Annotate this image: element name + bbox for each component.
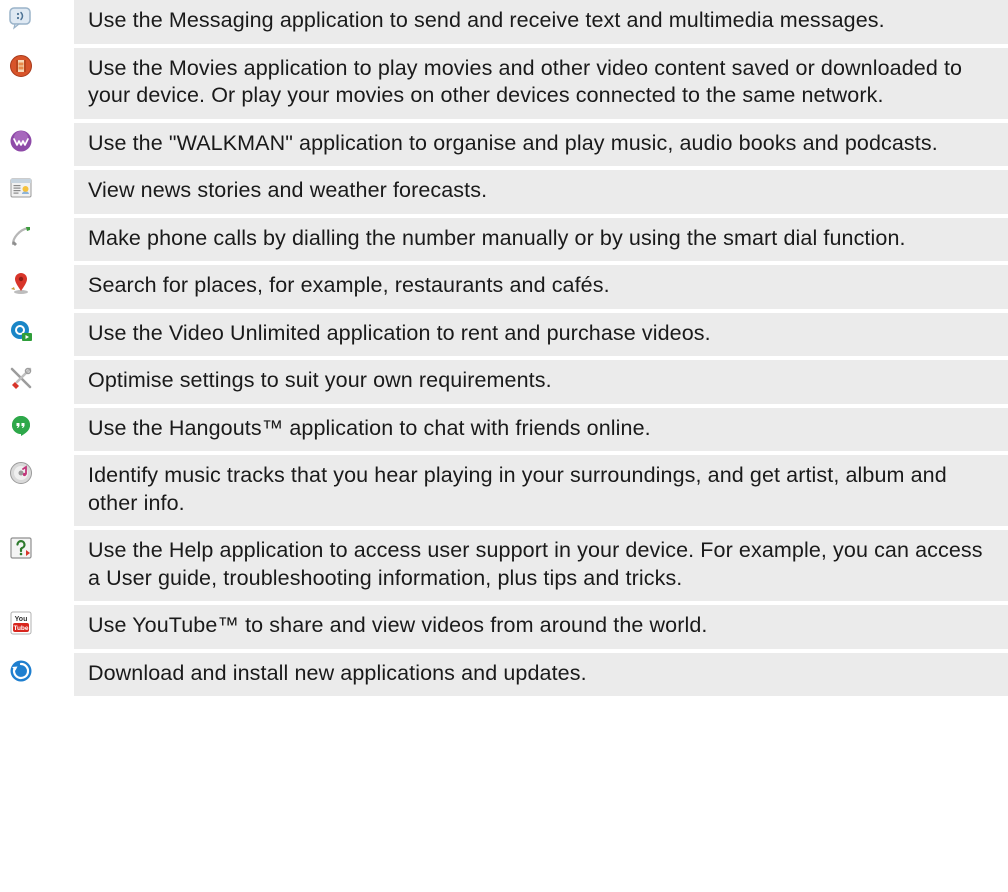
list-item: Use the "WALKMAN" application to organis… [0, 122, 1008, 166]
local-places-icon [11, 273, 28, 294]
list-item-description: Use YouTube™ to share and view videos fr… [74, 605, 1008, 649]
list-item-description: Use the Messaging application to send an… [74, 0, 1008, 44]
settings-icon [10, 367, 32, 389]
list-item-description: Use the Movies application to play movie… [74, 47, 1008, 119]
hangouts-icon [12, 415, 30, 436]
video-unlimited-icon [11, 320, 32, 341]
messaging-icon [9, 7, 31, 30]
list-item: Use the Movies application to play movie… [0, 47, 1008, 119]
list-item: Identify music tracks that you hear play… [0, 455, 1008, 526]
list-item-description: Use the Help application to access user … [74, 530, 1008, 601]
movies-icon [10, 54, 32, 77]
phone-icon [11, 226, 30, 246]
help-icon [10, 537, 32, 559]
walkman-icon [10, 130, 32, 151]
list-item-description: Use the Hangouts™ application to chat wi… [74, 407, 1008, 451]
list-item: Optimise settings to suit your own requi… [0, 360, 1008, 404]
list-item: View news stories and weather forecasts. [0, 170, 1008, 214]
trackid-icon [10, 462, 32, 484]
list-item-description: Make phone calls by dialling the number … [74, 217, 1008, 261]
list-item-description: View news stories and weather forecasts. [74, 170, 1008, 214]
list-item-description: Identify music tracks that you hear play… [74, 455, 1008, 526]
list-item-description: Use the Video Unlimited application to r… [74, 312, 1008, 356]
svg-text:You: You [15, 616, 28, 623]
list-item: Download and install new applications an… [0, 652, 1008, 696]
list-item-description: Optimise settings to suit your own requi… [74, 360, 1008, 404]
list-item-description: Download and install new applications an… [74, 652, 1008, 696]
list-item: Use the Video Unlimited application to r… [0, 312, 1008, 356]
youtube-icon: You Tube [10, 611, 32, 635]
list-item: Make phone calls by dialling the number … [0, 217, 1008, 261]
list-item: Use the Help application to access user … [0, 530, 1008, 601]
list-item: You Tube Use YouTube™ to share and view … [0, 605, 1008, 649]
list-item-description: Search for places, for example, restaura… [74, 265, 1008, 309]
svg-text:Tube: Tube [13, 625, 28, 632]
list-item: Use the Messaging application to send an… [0, 0, 1008, 44]
update-center-icon [10, 660, 32, 681]
application-list: Use the Messaging application to send an… [0, 0, 1008, 700]
list-item-description: Use the "WALKMAN" application to organis… [74, 122, 1008, 166]
list-item: Use the Hangouts™ application to chat wi… [0, 407, 1008, 451]
news-weather-icon [10, 178, 32, 198]
list-item: Search for places, for example, restaura… [0, 265, 1008, 309]
